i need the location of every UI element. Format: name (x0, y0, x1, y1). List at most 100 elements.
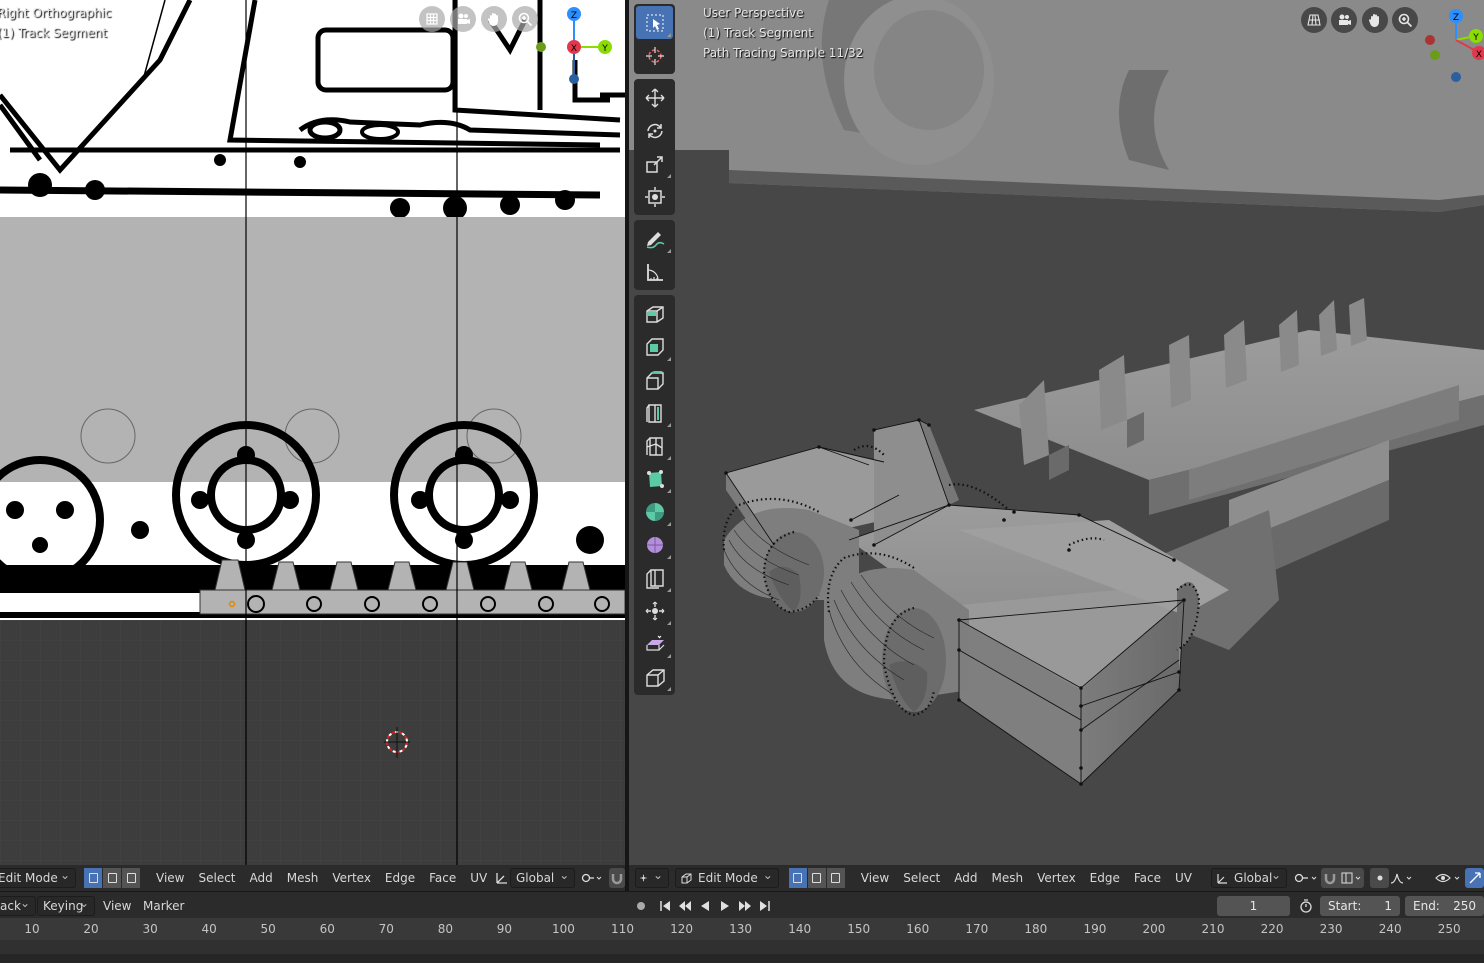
mode-dropdown[interactable]: Edit Mode (675, 868, 779, 888)
menu-face[interactable]: Face (1127, 868, 1168, 888)
transform-orientation-dropdown[interactable]: Global (1211, 868, 1288, 888)
gizmo-toggle-button[interactable] (1465, 868, 1484, 888)
cube-add-icon (645, 305, 664, 323)
cursor-tool[interactable] (636, 39, 673, 72)
end-frame-field[interactable]: End: 250 (1405, 896, 1484, 916)
play-reverse-button[interactable] (696, 897, 714, 915)
timeline-body[interactable] (0, 940, 1484, 963)
face-select-button[interactable] (122, 868, 141, 888)
smooth-tool[interactable] (636, 528, 673, 561)
prev-keyframe-icon (679, 901, 691, 911)
poly-build-tool[interactable] (636, 495, 673, 528)
menu-select[interactable]: Select (191, 868, 242, 888)
menu-select[interactable]: Select (896, 868, 947, 888)
menu-view[interactable]: View (149, 868, 191, 888)
play-button[interactable] (716, 897, 734, 915)
select-box-tool[interactable] (636, 6, 673, 39)
proportional-icon (1377, 875, 1383, 881)
menu-mesh[interactable]: Mesh (280, 868, 326, 888)
snap-target-dropdown[interactable] (1339, 868, 1365, 888)
mode-dropdown[interactable]: Edit Mode (0, 868, 76, 888)
proportional-falloff-dropdown[interactable] (1389, 868, 1417, 888)
rip-region-tool[interactable] (636, 660, 673, 693)
menu-mesh[interactable]: Mesh (985, 868, 1031, 888)
vertex-select-button[interactable] (84, 868, 103, 888)
menu-face[interactable]: Face (422, 868, 463, 888)
move-tool[interactable] (636, 81, 673, 114)
menu-vertex[interactable]: Vertex (325, 868, 378, 888)
jump-keyframe-next-button[interactable] (736, 897, 754, 915)
edge-select-button[interactable] (103, 868, 122, 888)
inset-tool[interactable] (636, 363, 673, 396)
knife-tool[interactable] (636, 462, 673, 495)
falloff-icon (1390, 873, 1412, 884)
pan-view-button[interactable] (481, 6, 507, 32)
rotate-tool[interactable] (636, 114, 673, 147)
menu-edge[interactable]: Edge (378, 868, 422, 888)
camera-view-button[interactable] (450, 6, 476, 32)
shear-tool[interactable] (636, 627, 673, 660)
ruler-tick-label: 250 (1437, 922, 1461, 936)
menu-uv[interactable]: UV (463, 868, 494, 888)
timeline-menu-marker[interactable]: Marker (136, 896, 191, 916)
hand-icon (487, 13, 498, 26)
edge-select-button[interactable] (807, 868, 827, 888)
shrink-fatten-tool[interactable] (636, 594, 673, 627)
preview-range-button[interactable] (1297, 897, 1315, 915)
keying-dropdown[interactable]: Keying (37, 896, 95, 916)
measure-tool[interactable] (636, 255, 673, 288)
timeline-menu-view[interactable]: View (96, 896, 138, 916)
menu-vertex[interactable]: Vertex (1030, 868, 1083, 888)
zoom-icon (518, 12, 533, 27)
menu-uv[interactable]: UV (1168, 868, 1199, 888)
rotate-icon (646, 123, 663, 138)
menu-add[interactable]: Add (947, 868, 984, 888)
auto-keying-button[interactable] (632, 897, 650, 915)
menu-add[interactable]: Add (243, 868, 280, 888)
add-cube-tool[interactable] (636, 297, 673, 330)
camera-icon (458, 13, 470, 24)
jump-start-icon (660, 901, 670, 911)
timeline-ruler[interactable]: 10 20 30 40 50 60 70 80 90 100 110 120 130 140 150 160 1… (0, 918, 1484, 940)
start-frame-label: Start: (1328, 899, 1362, 913)
vertex-select-button[interactable] (788, 868, 808, 888)
snap-toggle-button[interactable] (1321, 868, 1340, 888)
pivot-point-dropdown[interactable] (1293, 868, 1321, 888)
jump-start-button[interactable] (656, 897, 674, 915)
playback-dropdown[interactable]: ack (0, 896, 36, 916)
right-viewport[interactable]: Z Y X User Perspective (1) Track Segment… (629, 0, 1484, 891)
shear-icon (645, 635, 664, 651)
left-viewport[interactable]: Z X Y Right Orthographic (1) Track Segme… (0, 0, 625, 891)
zoom-view-button[interactable] (1392, 7, 1418, 33)
pivot-point-dropdown[interactable] (581, 868, 603, 888)
toggle-quad-view-button[interactable] (1301, 7, 1327, 33)
face-select-button[interactable] (826, 868, 846, 888)
jump-end-button[interactable] (756, 897, 774, 915)
visibility-dropdown[interactable] (1435, 868, 1465, 888)
menu-view[interactable]: View (854, 868, 896, 888)
scale-tool[interactable] (636, 147, 673, 180)
snap-toggle-button[interactable] (609, 868, 625, 888)
timeline-scrollbar[interactable] (0, 954, 1484, 963)
jump-keyframe-prev-button[interactable] (676, 897, 694, 915)
loop-cut-tool[interactable] (636, 429, 673, 462)
view-name-label: Right Orthographic (0, 6, 112, 20)
camera-view-button[interactable] (1331, 7, 1357, 33)
select-mode-toggle (84, 868, 141, 888)
proportional-editing-button[interactable] (1370, 868, 1390, 888)
blender-window: Z X Y Right Orthographic (1) Track Segme… (0, 0, 1484, 963)
menu-edge[interactable]: Edge (1083, 868, 1127, 888)
start-frame-value: 1 (1384, 899, 1392, 913)
toggle-quad-view-button[interactable] (419, 6, 445, 32)
current-frame-field[interactable]: 1 (1217, 896, 1290, 916)
editor-type-dropdown[interactable] (635, 868, 669, 888)
edge-slide-tool[interactable] (636, 561, 673, 594)
zoom-view-button[interactable] (512, 6, 538, 32)
transform-tool[interactable] (636, 180, 673, 213)
transform-orientation-dropdown[interactable]: Global (509, 868, 576, 888)
bevel-tool[interactable] (636, 396, 673, 429)
annotate-tool[interactable] (636, 222, 673, 255)
pan-view-button[interactable] (1362, 7, 1388, 33)
start-frame-field[interactable]: Start: 1 (1320, 896, 1400, 916)
extrude-tool[interactable] (636, 330, 673, 363)
